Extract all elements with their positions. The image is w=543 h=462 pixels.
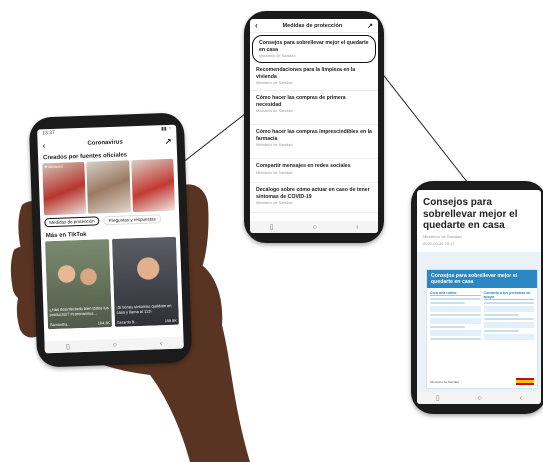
phone-middle: ‹ Medidas de protección ↗ Consejos para … xyxy=(244,11,384,243)
infographic-document[interactable]: Consejos para sobrellevar mejor el queda… xyxy=(426,269,538,389)
video-likes: 158.8K xyxy=(164,318,177,324)
share-icon[interactable]: ↗ xyxy=(165,136,172,145)
status-time: 13:37 xyxy=(42,129,55,137)
tiktok-videos: ¿Has desinfectado bien todos tus product… xyxy=(41,236,183,330)
official-video-thumbnail[interactable] xyxy=(130,158,176,213)
document-column: Crea una rutina xyxy=(430,291,481,342)
back-icon[interactable]: ‹ xyxy=(356,224,358,231)
document-footer: Ministerio de Sanidad xyxy=(430,378,534,385)
video-card[interactable]: ¿Has desinfectado bien todos tus product… xyxy=(45,239,113,330)
document-heading: Consejos para sobrellevar mejor el queda… xyxy=(427,270,537,289)
video-meta: Gerardo B... 158.8K xyxy=(117,319,177,325)
list-item[interactable]: Recomendaciones para la limpieza en la v… xyxy=(250,63,378,91)
back-arrow-icon[interactable]: ‹ xyxy=(42,141,45,150)
video-likes: 104.3K xyxy=(97,321,110,326)
thumb-caption: ❤ Ministerio xyxy=(44,164,64,170)
system-nav-bar: ▯ ○ ‹ xyxy=(250,221,378,233)
text-line xyxy=(430,326,466,329)
screen-title: Coronavirus xyxy=(87,139,123,147)
video-user: Samantha... xyxy=(49,322,71,328)
recent-apps-icon[interactable]: ▯ xyxy=(436,394,440,402)
text-block xyxy=(430,318,481,325)
text-block xyxy=(483,306,534,313)
item-title: Consejos para sobrellevar mejor el queda… xyxy=(259,40,369,53)
document-columns: Crea una rutina Contacta a tus personas … xyxy=(427,288,537,345)
video-caption: ¿Has desinfectado bien todos tus product… xyxy=(49,305,109,318)
list-item[interactable]: Compartir mensajes en redes sociales Min… xyxy=(250,159,378,183)
item-source: Ministerio de Sanidad xyxy=(256,143,293,147)
article-source: Ministerio de Sanidad xyxy=(423,233,462,239)
column-heading: Crea una rutina xyxy=(430,291,481,297)
item-source: Ministerio de Sanidad xyxy=(256,81,293,85)
status-icons: ▮▮ ◔ xyxy=(161,125,172,133)
article-title: Consejos para sobrellevar mejor el queda… xyxy=(423,197,518,231)
system-nav-bar: ▯ ○ ‹ xyxy=(44,336,184,354)
screen-header: ‹ Medidas de protección ↗ xyxy=(250,19,378,33)
text-line xyxy=(430,338,481,341)
official-video-thumbnail[interactable] xyxy=(86,160,131,214)
item-title: Cómo hacer las compras imprescindibles e… xyxy=(256,129,372,142)
video-user: Gerardo B... xyxy=(116,320,138,325)
phone-right: Consejos para sobrellevar mejor el queda… xyxy=(411,181,543,414)
list-item[interactable]: Cómo hacer las compras de primera necesi… xyxy=(250,91,378,125)
text-line xyxy=(483,330,519,333)
text-line xyxy=(483,314,519,317)
ministry-logo-text: Ministerio de Sanidad xyxy=(430,379,459,384)
chip-questions[interactable]: Preguntas y respuestas xyxy=(103,214,162,226)
list-item[interactable]: Cómo hacer las compras imprescindibles e… xyxy=(250,125,378,159)
home-icon[interactable]: ○ xyxy=(113,341,117,348)
official-thumbnails: ❤ Ministerio xyxy=(38,158,179,216)
item-title: Decálogo sobre cómo actuar en caso de te… xyxy=(256,187,370,200)
document-column: Contacta a tus personas de apoyo xyxy=(483,291,534,342)
text-line xyxy=(483,318,534,321)
home-icon[interactable]: ○ xyxy=(478,395,482,402)
system-nav-bar: ▯ ○ ‹ xyxy=(417,392,541,404)
spain-flag-icon xyxy=(516,378,534,385)
item-source: Ministerio de Sanidad xyxy=(256,109,293,113)
phone-left: 13:37 ▮▮ ◔ ‹ Coronavirus ↗ Creados por f… xyxy=(28,112,193,368)
text-block xyxy=(430,306,481,313)
column-heading: Contacta a tus personas de apoyo xyxy=(483,291,534,301)
text-block xyxy=(430,330,481,337)
recent-apps-icon[interactable]: ▯ xyxy=(66,342,70,350)
item-source: Ministerio de Sanidad xyxy=(256,170,293,175)
video-meta: Samantha... 104.3K xyxy=(50,321,110,327)
recent-apps-icon[interactable]: ▯ xyxy=(270,223,274,231)
text-line xyxy=(430,298,481,301)
list-item[interactable]: Consejos para sobrellevar mejor el queda… xyxy=(252,35,376,63)
back-arrow-icon[interactable]: ‹ xyxy=(255,21,258,30)
article-date: 2020-03-26 19:17 xyxy=(423,240,455,246)
home-icon[interactable]: ○ xyxy=(313,224,317,231)
item-source: Ministerio de Sanidad xyxy=(256,201,293,205)
text-line xyxy=(430,302,466,305)
text-block xyxy=(483,322,534,329)
item-title: Compartir mensajes en redes sociales xyxy=(256,163,351,169)
item-source: Ministerio de Sanidad xyxy=(259,54,296,58)
back-icon[interactable]: ‹ xyxy=(160,340,163,347)
tiktok-coronavirus-screen: 13:37 ▮▮ ◔ ‹ Coronavirus ↗ Creados por f… xyxy=(37,124,184,354)
item-title: Recomendaciones para la limpieza en la v… xyxy=(256,67,356,80)
protection-measures-screen: ‹ Medidas de protección ↗ Consejos para … xyxy=(250,19,378,233)
official-video-thumbnail[interactable]: ❤ Ministerio xyxy=(42,161,87,216)
video-caption: ¡Si tienes síntomas quédate en casa y ll… xyxy=(116,302,172,315)
text-block xyxy=(483,334,534,341)
back-icon[interactable]: ‹ xyxy=(520,395,522,402)
item-title: Cómo hacer las compras de primera necesi… xyxy=(256,95,346,108)
article-screen: Consejos para sobrellevar mejor el queda… xyxy=(417,190,541,404)
screen-title: Medidas de protección xyxy=(282,22,343,29)
text-line xyxy=(430,314,481,317)
share-icon[interactable]: ↗ xyxy=(367,22,373,30)
chip-protection-measures[interactable]: Medidas de protección xyxy=(44,216,100,228)
text-line xyxy=(483,302,534,305)
video-card[interactable]: ¡Si tienes síntomas quédate en casa y ll… xyxy=(111,236,179,327)
list-item[interactable]: Decálogo sobre cómo actuar en caso de te… xyxy=(250,183,378,213)
